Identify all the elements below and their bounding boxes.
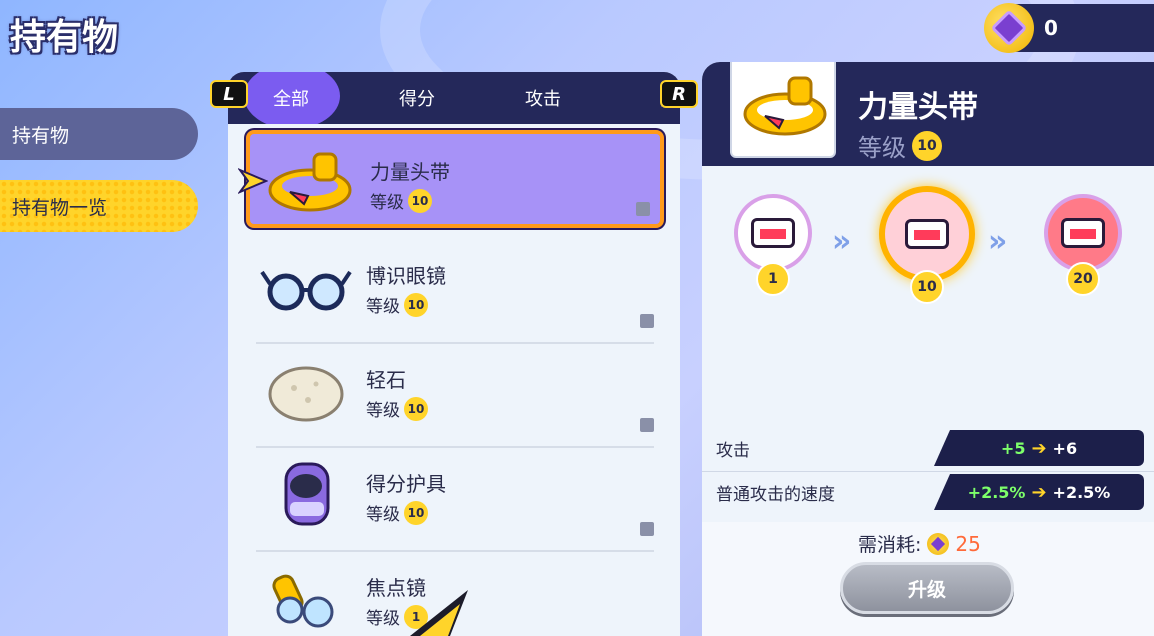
chevron-right-icon: » <box>832 224 852 259</box>
arrow-right-icon: ➔ <box>1031 437 1047 459</box>
stat-from: +5 <box>1000 438 1026 458</box>
stat-to: +2.5% <box>1052 482 1111 502</box>
selection-arrow-icon <box>238 168 268 194</box>
currency-amount: 0 <box>1044 16 1058 40</box>
item-flag-icon <box>640 314 654 328</box>
category-tabs: 全部 得分 攻击 防 <box>228 72 680 124</box>
tab-attack[interactable]: 攻击 <box>480 85 606 111</box>
list-item[interactable]: 博识眼镜 等级 10 <box>246 238 664 344</box>
item-enhancer-icon <box>927 532 950 555</box>
nav-item-held-items[interactable]: 持有物 <box>0 108 198 160</box>
item-name: 轻石 <box>366 368 406 392</box>
upgrade-area: 需消耗: 25 升级 <box>702 522 1154 636</box>
item-name: 力量头带 <box>370 160 450 184</box>
item-name: 得分护具 <box>366 472 446 496</box>
item-level: 等级 10 <box>370 188 432 213</box>
gem-currency-icon <box>984 3 1034 53</box>
l-shoulder-button-icon[interactable]: L <box>210 80 248 108</box>
item-level-label: 等级 <box>366 505 400 525</box>
muscle-band-icon <box>743 76 827 136</box>
list-item[interactable]: 力量头带 等级 10 <box>238 130 664 228</box>
item-level-label: 等级 <box>366 297 400 317</box>
item-flag-icon <box>640 522 654 536</box>
scope-lens-icon <box>272 574 334 628</box>
tier-label: 1 <box>756 262 790 296</box>
level-badge: 10 <box>404 500 428 525</box>
wise-glasses-icon <box>260 270 352 311</box>
tier-level-1[interactable]: 1 <box>728 194 818 304</box>
item-level: 等级 10 <box>366 500 428 525</box>
item-level: 等级 10 <box>366 396 428 421</box>
nav-item-held-items-list[interactable]: 持有物一览 <box>0 180 198 232</box>
page-title: 持有物 <box>10 17 119 58</box>
cost-amount: 25 <box>955 531 981 556</box>
attack-boost-icon <box>905 219 949 249</box>
chevron-right-icon: » <box>988 224 1008 259</box>
attack-boost-icon <box>751 218 795 248</box>
tier-label: 10 <box>910 270 944 304</box>
attack-boost-icon <box>1061 218 1105 248</box>
stat-row-attack-speed: 普通攻击的速度 +2.5% ➔ +2.5% <box>702 472 1154 512</box>
stat-value-bar: +5 ➔ +6 <box>934 430 1144 466</box>
tab-scoring[interactable]: 得分 <box>354 85 480 111</box>
item-name: 博识眼镜 <box>366 264 446 288</box>
item-list-panel: 全部 得分 攻击 防 力量头带 等级 10 博识眼镜 <box>228 72 680 636</box>
tier-label: 20 <box>1066 262 1100 296</box>
level-badge: 10 <box>408 188 432 213</box>
level-badge: 10 <box>912 130 942 161</box>
pointer-cursor-icon <box>410 590 468 636</box>
arrow-right-icon: ➔ <box>1031 481 1047 503</box>
item-flag-icon <box>636 202 650 216</box>
float-stone-icon <box>268 366 344 422</box>
item-flag-icon <box>640 418 654 432</box>
tier-level-10[interactable]: 10 <box>879 186 975 304</box>
cost-label: 需消耗: <box>858 534 922 556</box>
item-level-label: 等级 <box>366 401 400 421</box>
detail-level-label: 等级 <box>858 134 906 162</box>
list-item[interactable]: 得分护具 等级 10 <box>246 446 664 552</box>
item-level-label: 等级 <box>370 193 404 213</box>
stat-to: +6 <box>1052 438 1078 458</box>
stat-from: +2.5% <box>967 482 1026 502</box>
upgrade-cost: 需消耗: 25 <box>858 530 981 557</box>
detail-item-level: 等级 10 <box>858 128 942 163</box>
tier-level-20[interactable]: 20 <box>1038 194 1128 304</box>
item-detail-panel: 力量头带 等级 10 1 » 10 » 20 攻击 +5 ➔ +6 普通攻击的速… <box>702 62 1154 636</box>
score-shield-icon <box>284 462 330 526</box>
r-shoulder-button-icon[interactable]: R <box>660 80 698 108</box>
upgrade-button[interactable]: 升级 <box>840 562 1014 614</box>
item-level: 等级 10 <box>366 292 428 317</box>
stat-label: 攻击 <box>716 441 750 461</box>
level-badge: 10 <box>404 396 428 421</box>
stat-value-bar: +2.5% ➔ +2.5% <box>934 474 1144 510</box>
detail-item-name: 力量头带 <box>858 90 978 125</box>
muscle-band-icon <box>268 152 352 212</box>
stat-label: 普通攻击的速度 <box>716 485 835 505</box>
list-item[interactable]: 轻石 等级 10 <box>246 342 664 448</box>
currency-display: 0 <box>984 3 1154 53</box>
level-badge: 10 <box>404 292 428 317</box>
stat-row-attack: 攻击 +5 ➔ +6 <box>702 428 1154 472</box>
detail-item-image <box>730 62 836 158</box>
